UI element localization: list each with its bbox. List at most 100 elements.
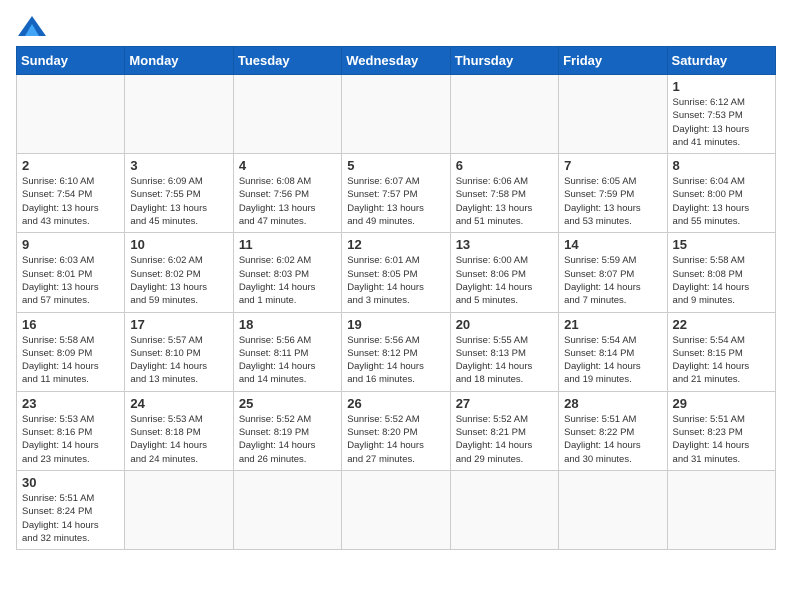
weekday-header-saturday: Saturday <box>667 47 775 75</box>
day-cell: 6 Sunrise: 6:06 AM Sunset: 7:58 PM Daylig… <box>450 154 558 233</box>
day-cell: 19 Sunrise: 5:56 AM Sunset: 8:12 PM Dayli… <box>342 312 450 391</box>
day-number: 21 <box>564 317 661 332</box>
day-number: 19 <box>347 317 444 332</box>
day-cell: 15 Sunrise: 5:58 AM Sunset: 8:08 PM Dayli… <box>667 233 775 312</box>
day-cell: 13Sunrise: 6:00 AM Sunset: 8:06 PM Dayli… <box>450 233 558 312</box>
week-row-0: 1 Sunrise: 6:12 AM Sunset: 7:53 PM Daylig… <box>17 75 776 154</box>
day-cell: 16 Sunrise: 5:58 AM Sunset: 8:09 PM Dayli… <box>17 312 125 391</box>
day-number: 15 <box>673 237 770 252</box>
day-cell: 29Sunrise: 5:51 AM Sunset: 8:23 PM Dayli… <box>667 391 775 470</box>
day-cell: 18Sunrise: 5:56 AM Sunset: 8:11 PM Dayli… <box>233 312 341 391</box>
day-cell: 14 Sunrise: 5:59 AM Sunset: 8:07 PM Dayli… <box>559 233 667 312</box>
day-info: Sunrise: 5:53 AM Sunset: 8:18 PM Dayligh… <box>130 413 227 466</box>
day-number: 10 <box>130 237 227 252</box>
day-cell: 23 Sunrise: 5:53 AM Sunset: 8:16 PM Dayli… <box>17 391 125 470</box>
day-cell: 3 Sunrise: 6:09 AM Sunset: 7:55 PM Daylig… <box>125 154 233 233</box>
day-cell: 9Sunrise: 6:03 AM Sunset: 8:01 PM Daylig… <box>17 233 125 312</box>
day-cell: 2Sunrise: 6:10 AM Sunset: 7:54 PM Daylig… <box>17 154 125 233</box>
day-number: 13 <box>456 237 553 252</box>
day-number: 26 <box>347 396 444 411</box>
day-number: 20 <box>456 317 553 332</box>
day-number: 22 <box>673 317 770 332</box>
day-info: Sunrise: 6:08 AM Sunset: 7:56 PM Dayligh… <box>239 175 336 228</box>
day-cell <box>450 470 558 549</box>
day-cell: 28 Sunrise: 5:51 AM Sunset: 8:22 PM Dayli… <box>559 391 667 470</box>
day-number: 9 <box>22 237 119 252</box>
day-number: 28 <box>564 396 661 411</box>
weekday-header-friday: Friday <box>559 47 667 75</box>
day-info: Sunrise: 6:02 AM Sunset: 8:02 PM Dayligh… <box>130 254 227 307</box>
day-number: 1 <box>673 79 770 94</box>
day-info: Sunrise: 5:52 AM Sunset: 8:21 PM Dayligh… <box>456 413 553 466</box>
day-number: 11 <box>239 237 336 252</box>
day-info: Sunrise: 5:53 AM Sunset: 8:16 PM Dayligh… <box>22 413 119 466</box>
day-cell: 4 Sunrise: 6:08 AM Sunset: 7:56 PM Daylig… <box>233 154 341 233</box>
day-info: Sunrise: 6:02 AM Sunset: 8:03 PM Dayligh… <box>239 254 336 307</box>
day-info: Sunrise: 5:52 AM Sunset: 8:19 PM Dayligh… <box>239 413 336 466</box>
day-info: Sunrise: 5:57 AM Sunset: 8:10 PM Dayligh… <box>130 334 227 387</box>
day-info: Sunrise: 6:04 AM Sunset: 8:00 PM Dayligh… <box>673 175 770 228</box>
weekday-header-monday: Monday <box>125 47 233 75</box>
day-cell <box>342 75 450 154</box>
day-cell <box>342 470 450 549</box>
day-cell: 8Sunrise: 6:04 AM Sunset: 8:00 PM Daylig… <box>667 154 775 233</box>
day-info: Sunrise: 5:55 AM Sunset: 8:13 PM Dayligh… <box>456 334 553 387</box>
day-cell: 1 Sunrise: 6:12 AM Sunset: 7:53 PM Daylig… <box>667 75 775 154</box>
day-number: 17 <box>130 317 227 332</box>
day-cell <box>17 75 125 154</box>
day-number: 25 <box>239 396 336 411</box>
week-row-3: 16 Sunrise: 5:58 AM Sunset: 8:09 PM Dayli… <box>17 312 776 391</box>
day-number: 23 <box>22 396 119 411</box>
day-number: 4 <box>239 158 336 173</box>
day-info: Sunrise: 5:52 AM Sunset: 8:20 PM Dayligh… <box>347 413 444 466</box>
day-cell: 30Sunrise: 5:51 AM Sunset: 8:24 PM Dayli… <box>17 470 125 549</box>
day-cell: 5Sunrise: 6:07 AM Sunset: 7:57 PM Daylig… <box>342 154 450 233</box>
weekday-header-tuesday: Tuesday <box>233 47 341 75</box>
day-info: Sunrise: 6:06 AM Sunset: 7:58 PM Dayligh… <box>456 175 553 228</box>
day-number: 24 <box>130 396 227 411</box>
day-info: Sunrise: 5:56 AM Sunset: 8:12 PM Dayligh… <box>347 334 444 387</box>
week-row-2: 9Sunrise: 6:03 AM Sunset: 8:01 PM Daylig… <box>17 233 776 312</box>
day-cell: 26 Sunrise: 5:52 AM Sunset: 8:20 PM Dayli… <box>342 391 450 470</box>
day-cell <box>233 75 341 154</box>
logo <box>16 16 46 36</box>
calendar: SundayMondayTuesdayWednesdayThursdayFrid… <box>16 46 776 550</box>
day-info: Sunrise: 5:58 AM Sunset: 8:09 PM Dayligh… <box>22 334 119 387</box>
day-cell: 27 Sunrise: 5:52 AM Sunset: 8:21 PM Dayli… <box>450 391 558 470</box>
weekday-header-row: SundayMondayTuesdayWednesdayThursdayFrid… <box>17 47 776 75</box>
day-cell <box>559 470 667 549</box>
day-cell: 24 Sunrise: 5:53 AM Sunset: 8:18 PM Dayli… <box>125 391 233 470</box>
day-cell: 10 Sunrise: 6:02 AM Sunset: 8:02 PM Dayli… <box>125 233 233 312</box>
day-info: Sunrise: 5:51 AM Sunset: 8:22 PM Dayligh… <box>564 413 661 466</box>
calendar-body: 1 Sunrise: 6:12 AM Sunset: 7:53 PM Daylig… <box>17 75 776 550</box>
day-info: Sunrise: 6:05 AM Sunset: 7:59 PM Dayligh… <box>564 175 661 228</box>
weekday-header-wednesday: Wednesday <box>342 47 450 75</box>
day-number: 16 <box>22 317 119 332</box>
day-info: Sunrise: 5:56 AM Sunset: 8:11 PM Dayligh… <box>239 334 336 387</box>
day-number: 14 <box>564 237 661 252</box>
day-info: Sunrise: 6:01 AM Sunset: 8:05 PM Dayligh… <box>347 254 444 307</box>
day-info: Sunrise: 6:10 AM Sunset: 7:54 PM Dayligh… <box>22 175 119 228</box>
header <box>16 16 776 36</box>
week-row-5: 30Sunrise: 5:51 AM Sunset: 8:24 PM Dayli… <box>17 470 776 549</box>
day-cell <box>125 470 233 549</box>
day-info: Sunrise: 5:54 AM Sunset: 8:14 PM Dayligh… <box>564 334 661 387</box>
weekday-header-thursday: Thursday <box>450 47 558 75</box>
day-number: 3 <box>130 158 227 173</box>
day-cell: 7Sunrise: 6:05 AM Sunset: 7:59 PM Daylig… <box>559 154 667 233</box>
week-row-1: 2Sunrise: 6:10 AM Sunset: 7:54 PM Daylig… <box>17 154 776 233</box>
day-cell <box>125 75 233 154</box>
day-info: Sunrise: 6:09 AM Sunset: 7:55 PM Dayligh… <box>130 175 227 228</box>
day-cell: 17 Sunrise: 5:57 AM Sunset: 8:10 PM Dayli… <box>125 312 233 391</box>
day-number: 6 <box>456 158 553 173</box>
day-info: Sunrise: 5:59 AM Sunset: 8:07 PM Dayligh… <box>564 254 661 307</box>
day-info: Sunrise: 5:58 AM Sunset: 8:08 PM Dayligh… <box>673 254 770 307</box>
day-number: 27 <box>456 396 553 411</box>
day-cell <box>667 470 775 549</box>
day-info: Sunrise: 5:51 AM Sunset: 8:23 PM Dayligh… <box>673 413 770 466</box>
day-number: 5 <box>347 158 444 173</box>
day-info: Sunrise: 5:54 AM Sunset: 8:15 PM Dayligh… <box>673 334 770 387</box>
day-info: Sunrise: 6:12 AM Sunset: 7:53 PM Dayligh… <box>673 96 770 149</box>
day-cell <box>233 470 341 549</box>
week-row-4: 23 Sunrise: 5:53 AM Sunset: 8:16 PM Dayli… <box>17 391 776 470</box>
